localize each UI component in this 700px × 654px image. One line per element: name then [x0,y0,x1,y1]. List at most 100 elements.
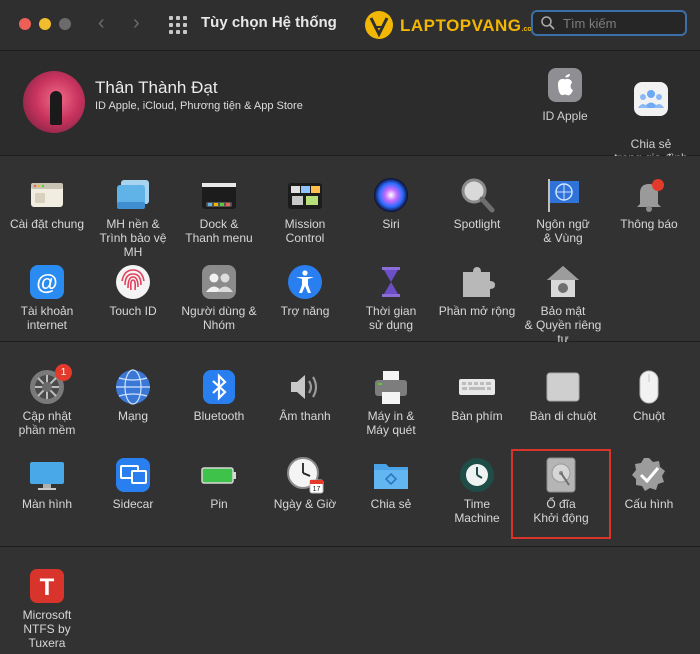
pane-label: Trợ năng [280,304,330,318]
pane-battery[interactable]: Pin [176,456,262,511]
pane-label: Cài đặt chung [9,217,85,231]
pane-label: Thông báo [620,217,678,231]
mouse-icon [639,370,659,404]
startup-disk-highlight [511,449,611,539]
pane-sound[interactable]: Âm thanh [262,368,348,423]
battery-icon [201,467,236,484]
pane-label: Cấu hình [624,497,674,511]
show-all-grid-icon[interactable] [169,16,187,34]
update-count-badge: 1 [55,364,72,381]
user-name: Thân Thành Đạt [95,78,218,97]
pane-displays[interactable]: Màn hình [4,456,90,511]
pane-label: Ngôn ngữ & Vùng [536,217,590,245]
keyboard-icon [459,379,495,395]
pane-software-update[interactable]: 1 Cập nhật phần mềm [4,364,90,437]
laptopvang-logo-icon [365,11,393,39]
avatar[interactable] [23,71,85,133]
pane-date-time[interactable]: 17 Ngày & Giờ [262,456,348,511]
time-machine-icon [460,458,494,492]
calendar-day-text: 17 [313,486,321,493]
family-sharing-icon [634,82,668,116]
printers-scanners-icon [375,371,407,404]
spotlight-icon [461,178,495,213]
pane-mouse[interactable]: Chuột [606,368,692,423]
pane-network[interactable]: Mạng [90,368,176,423]
pane-label: Bảo mật & Quyền riêng tư [524,304,602,346]
language-region-icon [548,179,579,212]
pane-label: Mission Control [284,217,326,245]
pane-bluetooth[interactable]: Bluetooth [176,368,262,423]
search-placeholder: Tìm kiếm [563,16,617,31]
back-button[interactable]: ‹ [98,12,105,35]
bluetooth-icon [203,370,235,404]
close-button[interactable] [19,18,31,30]
minimize-button[interactable] [39,18,51,30]
pane-label: Tài khoản internet [20,304,74,332]
profiles-icon [632,458,665,491]
pane-siri[interactable]: Siri [348,176,434,231]
pane-label: Máy in & Máy quét [366,409,416,437]
pane-printers-scanners[interactable]: Máy in & Máy quét [348,368,434,437]
apple-id-icon [548,68,582,102]
date-time-icon: 17 [287,457,324,494]
watermark-text: LAPTOPVANG [400,16,522,35]
pane-screen-time[interactable]: Thời gian sử dụng [348,263,434,332]
apple-id-banner[interactable]: Thân Thành Đạt ID Apple, iCloud, Phương … [0,51,700,165]
pane-label: Siri [382,217,400,231]
pane-internet-accounts[interactable]: @ Tài khoản internet [4,263,90,332]
mission-control-icon [288,183,322,209]
tuxera-ntfs-icon: T [30,569,64,603]
pane-label: Thời gian sử dụng [365,304,417,332]
trackpad-icon [546,372,580,402]
search-field[interactable]: Tìm kiếm [531,10,687,36]
pane-label: Touch ID [109,304,157,318]
pane-general[interactable]: Cài đặt chung [4,176,90,231]
pane-trackpad[interactable]: Bàn di chuột [520,368,606,423]
tuxera-glyph: T [40,574,55,601]
dock-icon [202,183,236,209]
accessibility-icon [288,265,322,299]
third-party-section: T Microsoft NTFS by Tuxera [0,547,700,654]
sound-icon [291,375,318,399]
notifications-icon [637,179,664,212]
pane-language-region[interactable]: Ngôn ngữ & Vùng [520,176,606,245]
forward-button[interactable]: › [133,12,140,35]
pane-dock[interactable]: Dock & Thanh menu [176,176,262,245]
pane-notifications[interactable]: Thông báo [606,176,692,231]
zoom-button[interactable] [59,18,71,30]
pane-touch-id[interactable]: Touch ID [90,263,176,318]
pane-label: Chia sẻ [370,497,412,511]
pane-users-groups[interactable]: Người dùng & Nhóm [176,263,262,332]
security-privacy-icon [547,266,579,297]
pane-apple-id[interactable]: ID Apple [534,67,596,123]
pane-label: Bluetooth [193,409,245,423]
search-icon [541,16,555,30]
system-preferences-window: ‹ › Tùy chọn Hệ thống LAPTOPVANG.com Tìm… [0,0,700,654]
pane-desktop-screensaver[interactable]: MH nền & Trình bảo vệ MH [90,176,176,259]
touch-id-icon [116,265,150,299]
pane-accessibility[interactable]: Trợ năng [262,263,348,318]
pane-extensions[interactable]: Phần mở rộng [434,263,520,318]
pane-label: Sidecar [112,497,154,511]
pane-label: Ngày & Giờ [273,497,337,511]
pane-sharing[interactable]: Chia sẻ [348,456,434,511]
pane-sidecar[interactable]: Sidecar [90,456,176,511]
pane-profiles[interactable]: Cấu hình [606,456,692,511]
extensions-icon [463,267,495,297]
user-subtitle: ID Apple, iCloud, Phương tiện & App Stor… [95,100,303,112]
pane-label: Time Machine [454,497,500,525]
pane-label: Spotlight [453,217,501,231]
pane-security-privacy[interactable]: Bảo mật & Quyền riêng tư [520,263,606,346]
pane-tuxera-ntfs[interactable]: T Microsoft NTFS by Tuxera [4,567,90,650]
pane-label: Màn hình [21,497,73,511]
pane-keyboard[interactable]: Bàn phím [434,368,520,423]
pane-label: Bàn phím [451,409,503,423]
pane-mission-control[interactable]: Mission Control [262,176,348,245]
pane-label: Dock & Thanh menu [185,217,253,245]
apple-id-label: ID Apple [542,109,588,123]
watermark-logo: LAPTOPVANG.com [362,9,538,41]
displays-icon [30,462,64,490]
pane-time-machine[interactable]: Time Machine [434,456,520,525]
pane-spotlight[interactable]: Spotlight [434,176,520,231]
pane-label: Pin [210,497,228,511]
